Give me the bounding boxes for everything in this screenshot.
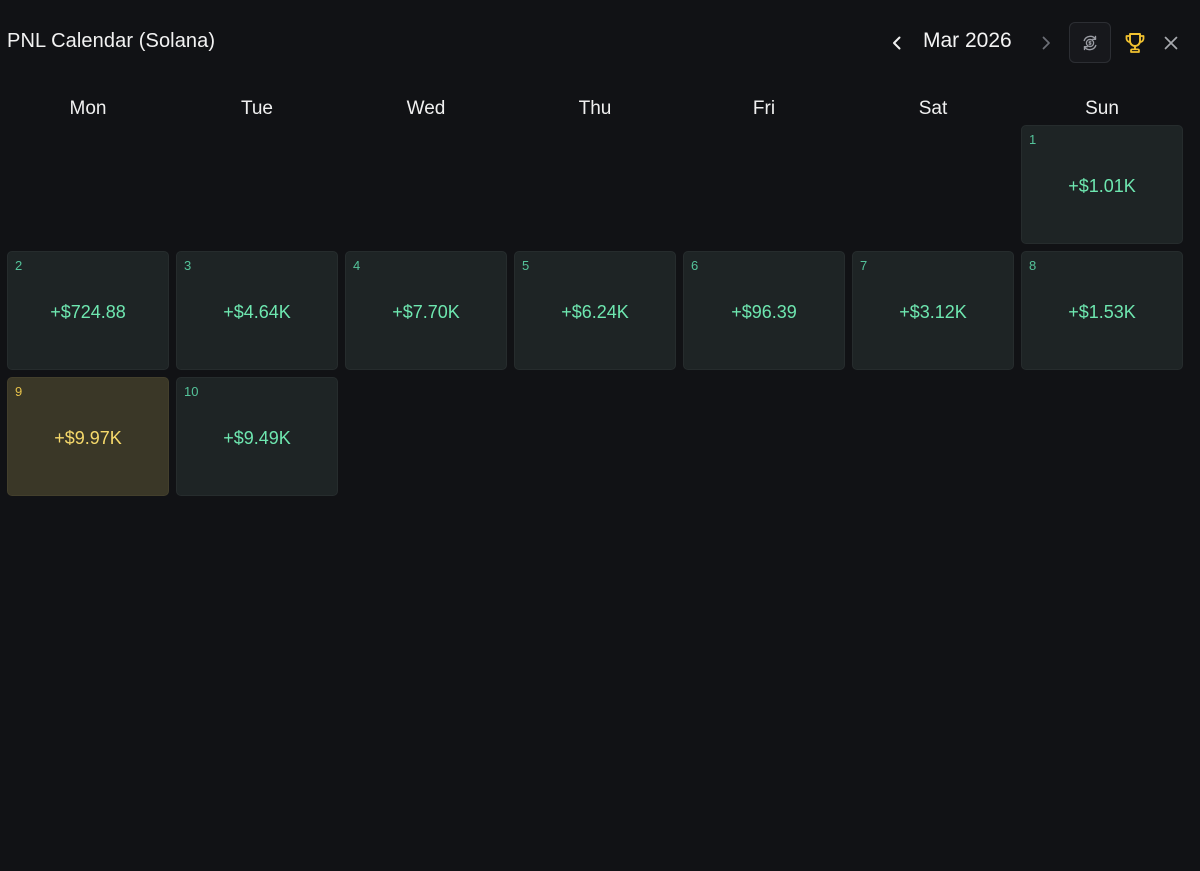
calendar-day-cell-best[interactable]: 9 +$9.97K bbox=[7, 377, 169, 496]
currency-toggle-button[interactable] bbox=[1069, 22, 1111, 63]
day-number: 6 bbox=[691, 258, 699, 273]
close-button[interactable] bbox=[1158, 30, 1184, 56]
day-number: 1 bbox=[1029, 132, 1037, 147]
weekday-label: Thu bbox=[578, 98, 612, 119]
day-pnl-value: +$1.01K bbox=[1068, 176, 1136, 196]
day-number: 9 bbox=[15, 384, 23, 399]
day-number: 2 bbox=[15, 258, 23, 273]
day-pnl-value: +$4.64K bbox=[223, 302, 291, 322]
calendar-day-cell[interactable]: 3 +$4.64K bbox=[176, 251, 338, 370]
next-month-button[interactable] bbox=[1033, 30, 1059, 56]
leaderboard-button[interactable] bbox=[1121, 29, 1149, 57]
weekday-label: Fri bbox=[752, 98, 776, 119]
day-number: 5 bbox=[522, 258, 530, 273]
day-number: 10 bbox=[184, 384, 199, 399]
trophy-icon bbox=[1125, 33, 1145, 53]
calendar-header: PNL Calendar (Solana) Mar 2026 bbox=[0, 0, 1200, 86]
calendar-day-cell[interactable]: 10 +$9.49K bbox=[176, 377, 338, 496]
calendar-day-cell[interactable]: 6 +$96.39 bbox=[683, 251, 845, 370]
day-number: 7 bbox=[860, 258, 868, 273]
calendar-day-cell[interactable]: 1 +$1.01K bbox=[1021, 125, 1183, 244]
day-number: 4 bbox=[353, 258, 361, 273]
pnl-calendar-modal: PNL Calendar (Solana) Mar 2026 Mon Tue W… bbox=[0, 0, 1200, 871]
weekday-label: Sun bbox=[1085, 98, 1119, 119]
day-pnl-value: +$3.12K bbox=[899, 302, 967, 322]
currency-swap-icon bbox=[1083, 35, 1097, 50]
calendar-day-cell[interactable]: 7 +$3.12K bbox=[852, 251, 1014, 370]
day-number: 3 bbox=[184, 258, 192, 273]
day-pnl-value: +$9.97K bbox=[54, 428, 122, 448]
day-pnl-value: +$96.39 bbox=[731, 302, 797, 322]
day-pnl-value: +$9.49K bbox=[223, 428, 291, 448]
day-pnl-value: +$6.24K bbox=[561, 302, 629, 322]
current-month-label: Mar 2026 bbox=[923, 29, 1012, 52]
day-pnl-value: +$1.53K bbox=[1068, 302, 1136, 322]
weekday-label: Sat bbox=[918, 98, 948, 119]
weekday-label: Tue bbox=[240, 98, 274, 119]
weekday-label: Mon bbox=[69, 98, 107, 119]
chevron-right-icon bbox=[1042, 36, 1050, 50]
weekday-header-row: Mon Tue Wed Thu Fri Sat Sun bbox=[7, 96, 1183, 122]
calendar-grid: 1 +$1.01K 2 +$724.88 3 +$4.64K 4 +$7.70K… bbox=[7, 125, 1183, 496]
calendar-title: PNL Calendar (Solana) bbox=[7, 30, 216, 52]
close-icon bbox=[1164, 36, 1178, 50]
day-pnl-value: +$7.70K bbox=[392, 302, 460, 322]
calendar-day-cell[interactable]: 2 +$724.88 bbox=[7, 251, 169, 370]
chevron-left-icon bbox=[893, 36, 901, 50]
day-pnl-value: +$724.88 bbox=[50, 302, 126, 322]
day-number: 8 bbox=[1029, 258, 1037, 273]
calendar-day-cell[interactable]: 5 +$6.24K bbox=[514, 251, 676, 370]
calendar-day-cell[interactable]: 4 +$7.70K bbox=[345, 251, 507, 370]
calendar-day-cell[interactable]: 8 +$1.53K bbox=[1021, 251, 1183, 370]
weekday-label: Wed bbox=[406, 98, 446, 119]
previous-month-button[interactable] bbox=[884, 30, 910, 56]
